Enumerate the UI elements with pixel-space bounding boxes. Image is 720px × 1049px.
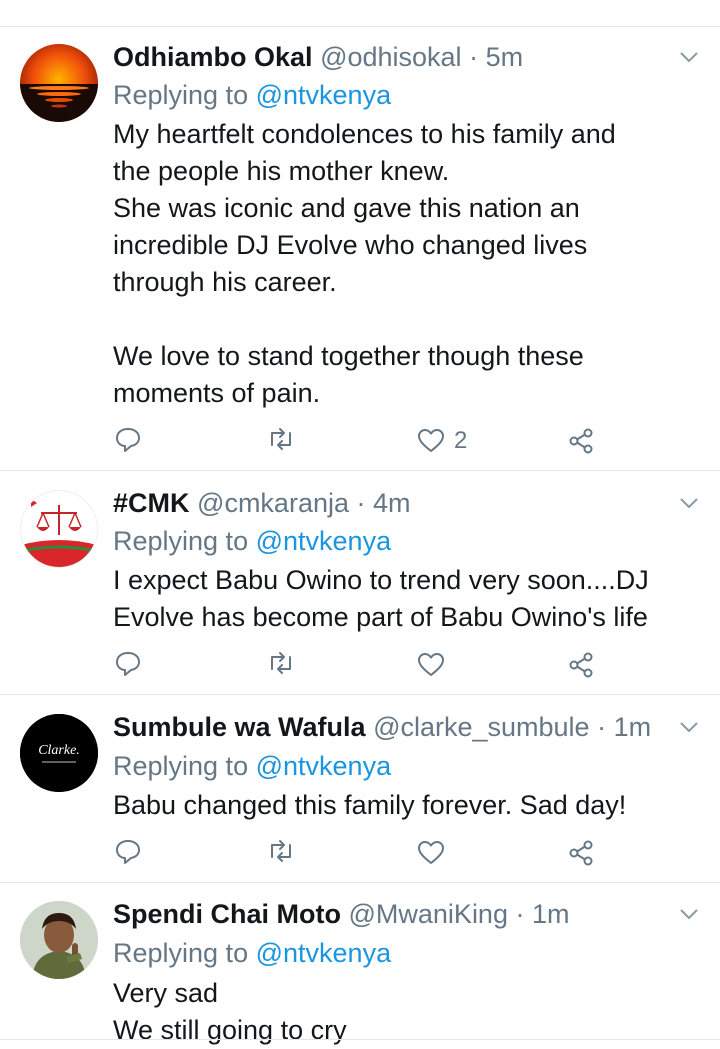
reply-icon[interactable] <box>113 648 143 678</box>
reply-mention[interactable]: @ntvkenya <box>256 938 391 968</box>
share-icon[interactable] <box>566 650 596 680</box>
tweet-header: Spendi Chai Moto @MwaniKing · 1m <box>113 897 570 931</box>
reply-icon[interactable] <box>113 424 143 454</box>
like-icon[interactable] <box>416 650 446 680</box>
replying-to: Replying to @ntvkenya <box>113 749 391 783</box>
tweet-text: My heartfelt condolences to his family a… <box>113 119 616 408</box>
avatar-logo-text: Clarke. <box>38 743 80 758</box>
replying-to-label: Replying to <box>113 938 249 968</box>
chevron-down-icon[interactable] <box>678 716 700 738</box>
like-icon[interactable] <box>416 838 446 868</box>
chevron-down-icon[interactable] <box>678 46 700 68</box>
tweet-text: Very sad We still going to cry <box>113 978 347 1045</box>
user-handle[interactable]: @MwaniKing <box>349 899 508 929</box>
like-count: 2 <box>454 427 468 454</box>
like-icon[interactable] <box>416 426 446 456</box>
top-divider <box>0 26 720 27</box>
display-name[interactable]: Spendi Chai Moto <box>113 899 341 929</box>
display-name[interactable]: Sumbule wa Wafula <box>113 712 366 742</box>
replying-to-label: Replying to <box>113 751 249 781</box>
replying-to: Replying to @ntvkenya <box>113 524 391 558</box>
replying-to-label: Replying to <box>113 80 249 110</box>
avatar[interactable]: Clarke. <box>20 714 98 792</box>
tweet-divider <box>0 470 720 471</box>
separator-dot: · <box>469 42 479 72</box>
tweet-divider <box>0 882 720 883</box>
retweet-icon[interactable] <box>266 648 296 678</box>
user-handle[interactable]: @odhisokal <box>320 42 462 72</box>
reply-icon[interactable] <box>113 836 143 866</box>
reply-mention[interactable]: @ntvkenya <box>256 526 391 556</box>
share-icon[interactable] <box>566 426 596 456</box>
avatar[interactable] <box>20 490 98 568</box>
tweet-divider <box>0 694 720 695</box>
separator-dot: · <box>515 899 525 929</box>
chevron-down-icon[interactable] <box>678 903 700 925</box>
user-handle[interactable]: @clarke_sumbule <box>373 712 590 742</box>
display-name[interactable]: Odhiambo Okal <box>113 42 313 72</box>
reply-mention[interactable]: @ntvkenya <box>256 80 391 110</box>
tweet-header: #CMK @cmkaranja · 4m <box>113 486 411 520</box>
replying-to-label: Replying to <box>113 526 249 556</box>
timestamp[interactable]: 5m <box>486 42 524 72</box>
timestamp[interactable]: 1m <box>614 712 652 742</box>
reply-mention[interactable]: @ntvkenya <box>256 751 391 781</box>
retweet-icon[interactable] <box>266 424 296 454</box>
tweet-header: Odhiambo Okal @odhisokal · 5m <box>113 40 523 74</box>
tweet-header: Sumbule wa Wafula @clarke_sumbule · 1m <box>113 710 651 744</box>
separator-dot: · <box>356 488 366 518</box>
chevron-down-icon[interactable] <box>678 492 700 514</box>
avatar[interactable] <box>20 901 98 979</box>
tweet-text: I expect Babu Owino to trend very soon..… <box>113 565 649 632</box>
retweet-icon[interactable] <box>266 836 296 866</box>
replying-to: Replying to @ntvkenya <box>113 936 391 970</box>
share-icon[interactable] <box>566 838 596 868</box>
user-handle[interactable]: @cmkaranja <box>197 488 349 518</box>
timestamp[interactable]: 4m <box>373 488 411 518</box>
tweet-divider <box>0 1039 720 1040</box>
tweet-text: Babu changed this family forever. Sad da… <box>113 790 627 820</box>
timestamp[interactable]: 1m <box>532 899 570 929</box>
avatar[interactable] <box>20 44 98 122</box>
replying-to: Replying to @ntvkenya <box>113 78 391 112</box>
display-name[interactable]: #CMK <box>113 488 190 518</box>
separator-dot: · <box>597 712 607 742</box>
